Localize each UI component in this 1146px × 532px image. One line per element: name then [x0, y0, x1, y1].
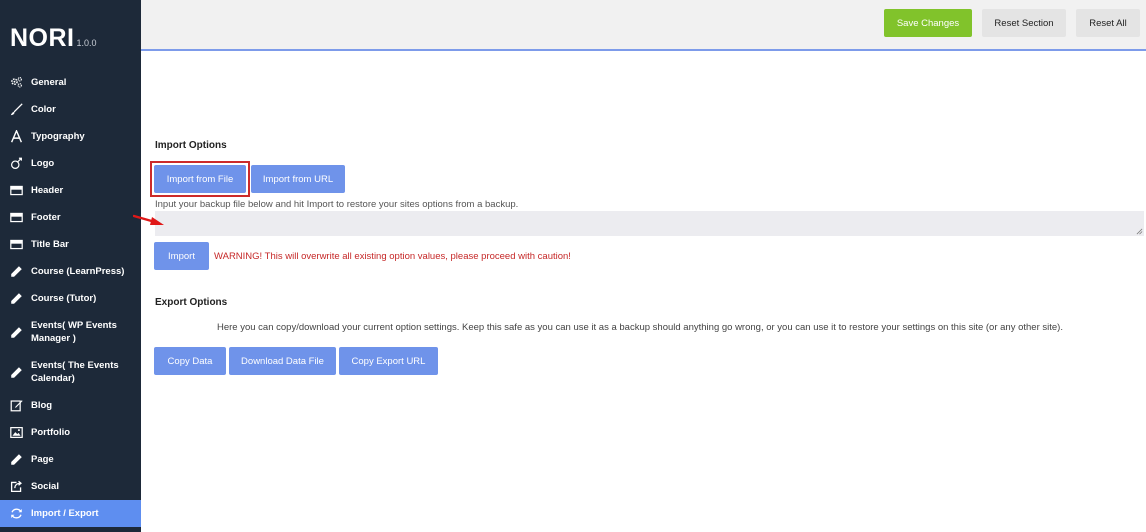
pencil-icon [9, 325, 23, 339]
sidebar-item-label: Portfolio [31, 427, 71, 438]
import-from-url-button[interactable]: Import from URL [251, 165, 345, 193]
sidebar-item-course-tutor[interactable]: Course (Tutor) [0, 285, 141, 312]
image-icon [9, 426, 23, 440]
footer-icon [9, 211, 23, 225]
import-warning: WARNING! This will overwrite all existin… [214, 251, 571, 262]
save-changes-button[interactable]: Save Changes [884, 9, 972, 37]
download-data-file-button[interactable]: Download Data File [229, 347, 336, 375]
pencil-icon [9, 265, 23, 279]
export-options-title: Export Options [155, 297, 228, 308]
sidebar-item-label: Import / Export [31, 508, 99, 519]
reset-section-button[interactable]: Reset Section [982, 9, 1066, 37]
sidebar-item-portfolio[interactable]: Portfolio [0, 419, 141, 446]
sidebar-item-header[interactable]: Header [0, 177, 141, 204]
sidebar-item-label: Events( WP Events Manager ) [31, 320, 117, 344]
sidebar-item-events-the-events-calendar[interactable]: Events( The Events Calendar) [0, 352, 141, 392]
sidebar-item-footer[interactable]: Footer [0, 204, 141, 231]
sidebar-item-label: Events( The Events Calendar) [31, 360, 119, 384]
logo-version: 1.0.0 [76, 38, 97, 48]
sidebar-item-blog[interactable]: Blog [0, 392, 141, 419]
logo-icon [9, 157, 23, 171]
backup-textarea[interactable] [155, 211, 1144, 236]
sidebar-item-label: Header [31, 185, 64, 196]
import-options-title: Import Options [155, 140, 227, 151]
sidebar-item-page[interactable]: Page [0, 446, 141, 473]
title-bar-icon [9, 238, 23, 252]
import-button[interactable]: Import [154, 242, 209, 270]
logo-name: NORI [10, 24, 75, 52]
import-from-file-button[interactable]: Import from File [154, 165, 246, 193]
export-description: Here you can copy/download your current … [217, 322, 1063, 333]
sidebar-item-label: Course (Tutor) [31, 293, 97, 304]
pencil-icon [9, 365, 23, 379]
sidebar-item-course-learnpress[interactable]: Course (LearnPress) [0, 258, 141, 285]
sidebar-nav: General Color Typography Logo Header Foo… [0, 69, 141, 527]
annotation-arrow-icon [133, 214, 164, 225]
share-icon [9, 480, 23, 494]
gears-icon [9, 76, 23, 90]
copy-export-url-button[interactable]: Copy Export URL [339, 347, 438, 375]
pencil-icon [9, 292, 23, 306]
sidebar-item-label: General [31, 77, 67, 88]
sidebar-item-events-wp-events-manager[interactable]: Events( WP Events Manager ) [0, 312, 141, 352]
font-icon [9, 130, 23, 144]
refresh-icon [9, 507, 23, 521]
sidebar: NORI 1.0.0 General Color Typography Logo… [0, 0, 141, 532]
sidebar-item-logo[interactable]: Logo [0, 150, 141, 177]
reset-all-button[interactable]: Reset All [1076, 9, 1140, 37]
sidebar-item-typography[interactable]: Typography [0, 123, 141, 150]
sidebar-item-label: Color [31, 104, 56, 115]
import-help-text: Input your backup file below and hit Imp… [155, 199, 519, 210]
sidebar-item-label: Footer [31, 212, 61, 223]
brush-icon [9, 103, 23, 117]
sidebar-item-general[interactable]: General [0, 69, 141, 96]
resize-grip-icon[interactable] [1136, 228, 1143, 235]
logo[interactable]: NORI 1.0.0 [10, 24, 97, 53]
edit-icon [9, 399, 23, 413]
sidebar-item-label: Social [31, 481, 59, 492]
sidebar-item-label: Logo [31, 158, 55, 169]
sidebar-item-title-bar[interactable]: Title Bar [0, 231, 141, 258]
copy-data-button[interactable]: Copy Data [154, 347, 226, 375]
sidebar-item-color[interactable]: Color [0, 96, 141, 123]
sidebar-item-label: Page [31, 454, 54, 465]
pencil-icon [9, 453, 23, 467]
sidebar-item-label: Course (LearnPress) [31, 266, 125, 277]
sidebar-item-label: Blog [31, 400, 53, 411]
sidebar-item-import-export[interactable]: Import / Export [0, 500, 141, 527]
top-toolbar: Save Changes Reset Section Reset All [141, 0, 1146, 51]
header-icon [9, 184, 23, 198]
sidebar-item-label: Typography [31, 131, 85, 142]
sidebar-item-social[interactable]: Social [0, 473, 141, 500]
sidebar-item-label: Title Bar [31, 239, 69, 250]
